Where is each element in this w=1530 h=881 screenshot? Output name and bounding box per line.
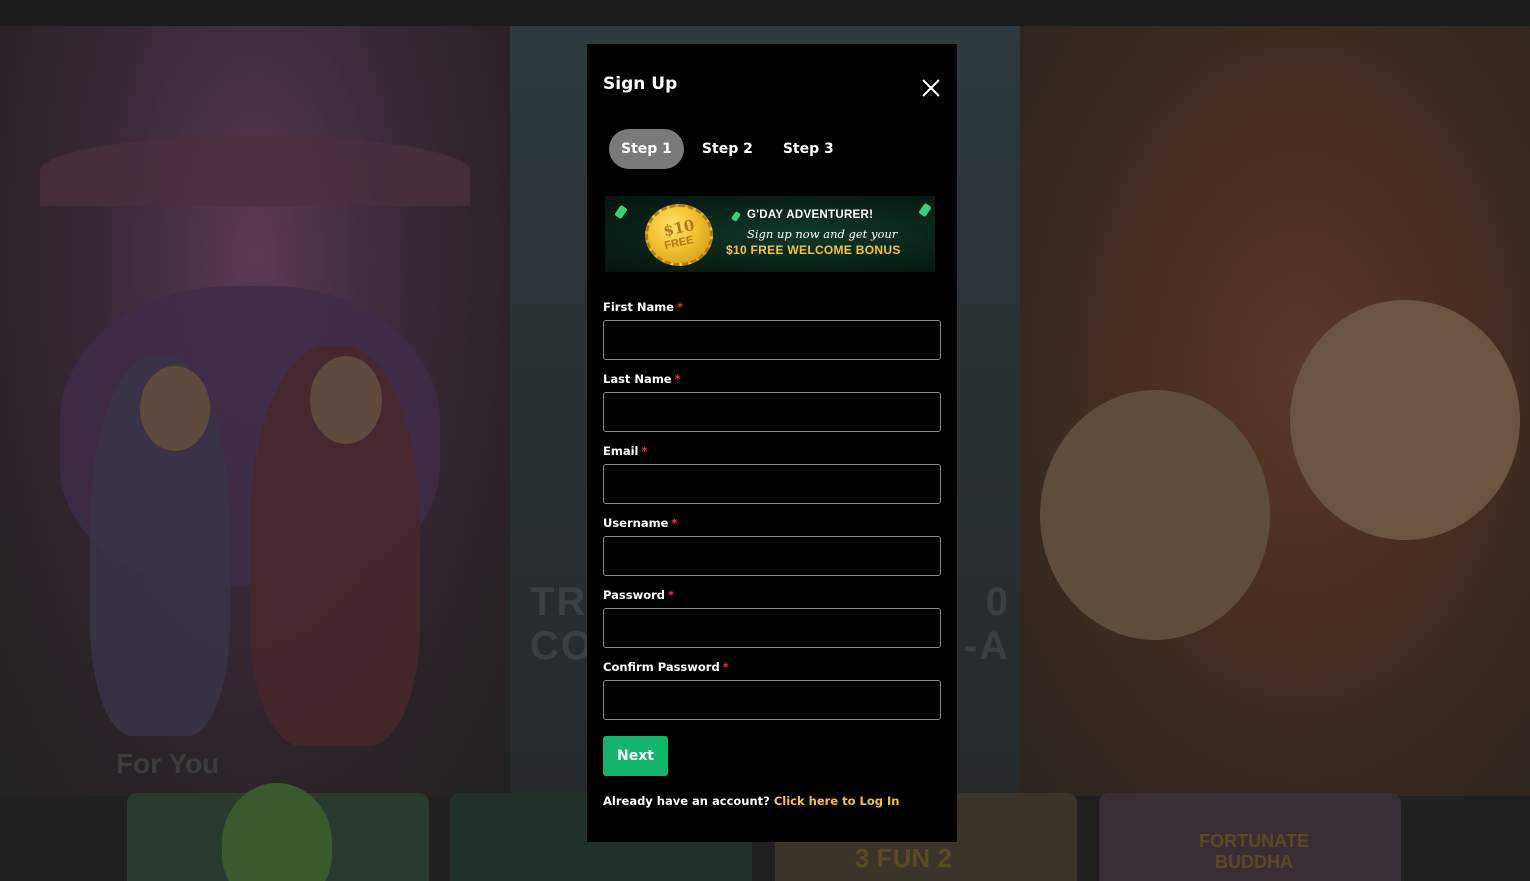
email-field[interactable]	[603, 464, 941, 504]
hero-text-line1-left: TR	[530, 580, 588, 624]
game-tile-title: 3 FUN 2	[855, 843, 952, 873]
tab-step-2[interactable]: Step 2	[690, 129, 765, 169]
close-icon[interactable]	[917, 74, 945, 102]
shield-icon	[222, 783, 332, 881]
tab-step-1[interactable]: Step 1	[609, 129, 684, 169]
username-label: Username *	[603, 516, 677, 530]
first-name-field[interactable]	[603, 320, 941, 360]
game-tile[interactable]: FORTUNATE BUDDHA	[1099, 793, 1401, 881]
required-marker: *	[676, 300, 683, 314]
signup-modal: Sign Up Step 1 Step 2 Step 3 $10 FREE G'…	[587, 44, 957, 842]
promo-bonus: $10 FREE WELCOME BONUS	[726, 243, 901, 257]
required-marker: *	[671, 516, 678, 530]
stage-curtain	[40, 136, 470, 206]
confirm-password-field[interactable]	[603, 680, 941, 720]
required-marker: *	[722, 660, 729, 674]
promo-subline: Sign up now and get your	[747, 227, 898, 241]
hero-banner-left	[0, 26, 510, 796]
label-text: Username	[603, 516, 669, 530]
game-tile[interactable]	[127, 783, 429, 881]
required-marker: *	[674, 372, 681, 386]
last-name-field[interactable]	[603, 392, 941, 432]
password-field[interactable]	[603, 608, 941, 648]
gem-icon	[918, 202, 932, 218]
dancer-face-left	[140, 366, 210, 451]
username-field[interactable]	[603, 536, 941, 576]
character-boy	[1040, 390, 1270, 640]
character-girl	[1290, 300, 1520, 540]
login-link[interactable]: Click here to Log In	[774, 794, 900, 808]
login-prompt-text: Already have an account?	[603, 794, 770, 808]
hero-text-line1-right: 0	[985, 580, 1010, 624]
gem-icon	[614, 204, 628, 220]
required-marker: *	[668, 588, 675, 602]
last-name-label: Last Name *	[603, 372, 681, 386]
page: TR 0 CO -A For You 3 FUN 2 FORTUNATE BUD…	[0, 0, 1530, 881]
label-text: Password	[603, 588, 665, 602]
game-tile-title: FORTUNATE BUDDHA	[1199, 831, 1309, 872]
promo-headline: G'DAY ADVENTURER!	[747, 209, 874, 221]
hero-text-line2-right: -A	[963, 624, 1010, 668]
gem-icon	[730, 211, 742, 222]
required-marker: *	[641, 444, 648, 458]
confirm-password-label: Confirm Password *	[603, 660, 729, 674]
login-prompt: Already have an account? Click here to L…	[603, 794, 899, 808]
password-label: Password *	[603, 588, 674, 602]
next-button[interactable]: Next	[603, 736, 668, 776]
label-text: Email	[603, 444, 639, 458]
top-bar	[0, 0, 1530, 26]
label-text: Confirm Password	[603, 660, 720, 674]
welcome-bonus-banner: $10 FREE G'DAY ADVENTURER! Sign up now a…	[605, 196, 935, 272]
step-tabs: Step 1 Step 2 Step 3	[609, 129, 852, 169]
dancer-face-right	[310, 356, 382, 444]
label-text: First Name	[603, 300, 674, 314]
tab-step-3[interactable]: Step 3	[771, 129, 846, 169]
coin-icon: $10 FREE	[645, 204, 713, 266]
email-label: Email *	[603, 444, 648, 458]
hero-text-line2-left: CO	[530, 624, 594, 668]
modal-title: Sign Up	[603, 74, 678, 94]
first-name-label: First Name *	[603, 300, 683, 314]
section-title-for-you: For You	[116, 748, 220, 779]
label-text: Last Name	[603, 372, 672, 386]
